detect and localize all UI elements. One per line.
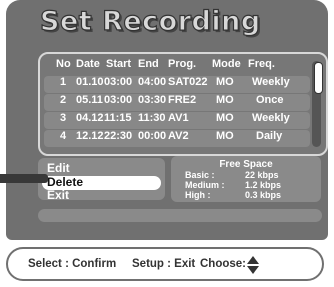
free-space-value: 1.2 kbps	[245, 180, 282, 190]
cell-end: 04:00	[138, 76, 167, 88]
cell-date: 05.11	[76, 94, 103, 106]
menu-item-delete[interactable]: Delete	[47, 175, 83, 189]
cell-no: 1	[60, 76, 67, 88]
osd-screen: Set Recording No Date Start End Prog. Mo…	[6, 0, 328, 240]
header-date: Date	[76, 58, 100, 70]
cell-end: 00:00	[138, 130, 167, 142]
cell-date: 12.12	[76, 130, 104, 142]
cell-prog: SAT022	[168, 76, 208, 88]
hint-choose: Choose:	[200, 258, 246, 270]
cell-mode: MO	[216, 130, 234, 142]
control-hints-bar: Select : Confirm Setup : Exit Choose:	[6, 247, 324, 281]
free-space-basic: Basic : 22 kbps	[185, 170, 279, 180]
hint-select: Select : Confirm	[28, 258, 117, 270]
action-menu: Edit Delete Exit	[38, 158, 165, 202]
cell-freq: Daily	[256, 130, 283, 142]
cell-start: 11:15	[104, 112, 132, 124]
free-space-panel: Free Space Basic : 22 kbps Medium : 1.2 kb…	[171, 156, 321, 202]
header-prog: Prog.	[168, 58, 197, 70]
cell-mode: MO	[216, 76, 234, 88]
cell-prog: AV2	[168, 130, 189, 142]
header-no: No	[56, 58, 71, 70]
free-space-medium: Medium : 1.2 kbps	[185, 180, 281, 190]
cell-end: 11:30	[138, 112, 166, 124]
header-end: End	[138, 58, 159, 70]
cell-prog: AV1	[168, 112, 189, 124]
cell-no: 3	[60, 112, 67, 124]
cell-no: 2	[60, 94, 67, 106]
status-bar	[38, 209, 322, 222]
cell-no: 4	[60, 130, 67, 142]
cell-date: 01.10	[76, 76, 104, 88]
cell-start: 22:30	[104, 130, 133, 142]
free-space-label: Medium :	[185, 180, 225, 190]
cell-freq: Weekly	[252, 76, 290, 88]
cell-start: 03:00	[104, 76, 133, 88]
free-space-label: High :	[185, 190, 211, 200]
menu-item-edit[interactable]: Edit	[47, 161, 70, 175]
free-space-value: 0.3 kbps	[245, 190, 282, 200]
recording-table: No Date Start End Prog. Mode Freq. 1 01.…	[38, 52, 328, 156]
cell-end: 03:30	[138, 94, 167, 106]
hint-setup: Setup : Exit	[132, 258, 196, 270]
cell-start: 03:00	[104, 94, 133, 106]
table-row[interactable]: 2 05.11 03:00 03:30 FRE2 MO Once	[40, 94, 310, 112]
table-row[interactable]: 1 01.10 03:00 04:00 SAT022 MO Weekly	[40, 76, 310, 94]
free-space-high: High : 0.3 kbps	[185, 190, 281, 200]
scrollbar-thumb[interactable]	[314, 62, 323, 94]
cell-date: 04.12	[76, 112, 104, 124]
header-freq: Freq.	[248, 58, 275, 70]
up-down-arrow-icon	[247, 256, 259, 274]
table-row[interactable]: 4 12.12 22:30 00:00 AV2 MO Daily	[40, 130, 310, 148]
table-row[interactable]: 3 04.12 11:15 11:30 AV1 MO Weekly	[40, 112, 310, 130]
cell-freq: Once	[256, 94, 284, 106]
cell-prog: FRE2	[168, 94, 197, 106]
cell-mode: MO	[216, 112, 234, 124]
free-space-value: 22 kbps	[245, 170, 279, 180]
free-space-title: Free Space	[219, 159, 273, 170]
page-title: Set Recording	[39, 5, 261, 37]
menu-item-exit[interactable]: Exit	[47, 188, 69, 202]
header-start: Start	[106, 58, 132, 70]
free-space-label: Basic :	[185, 170, 215, 180]
cell-freq: Weekly	[252, 112, 290, 124]
cell-mode: MO	[216, 94, 234, 106]
header-mode: Mode	[212, 58, 241, 70]
selection-pointer	[0, 174, 48, 183]
